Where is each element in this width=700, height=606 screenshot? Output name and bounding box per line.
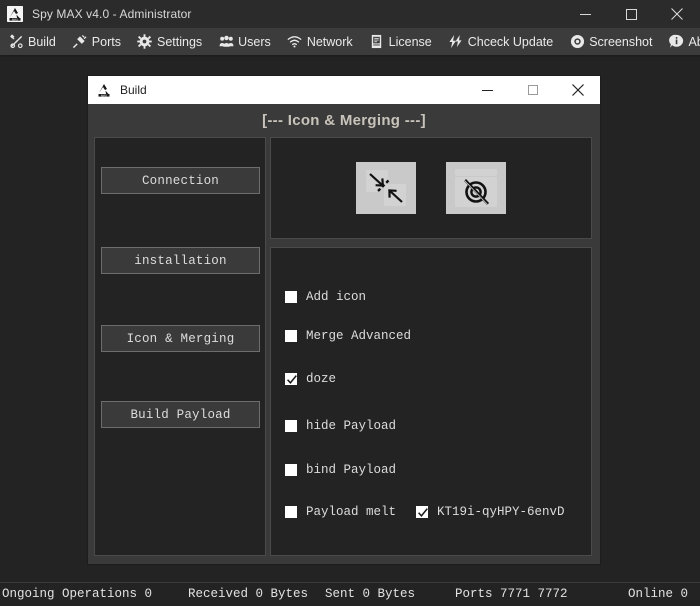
close-icon[interactable] (654, 0, 700, 28)
status-ports: Ports 7771 7772 (455, 587, 568, 601)
merge-files-icon[interactable] (356, 162, 416, 214)
application-window: MAX Spy MAX v4.0 - Administrator Build P… (0, 0, 700, 606)
users-icon (218, 34, 234, 50)
no-image-icon[interactable] (446, 162, 506, 214)
minimize-icon[interactable] (562, 0, 608, 28)
dialog-window-controls (465, 76, 600, 104)
toolbar-item-check-update[interactable]: Chceck Update (448, 28, 553, 55)
dialog-nav-panel: Connection installation Icon & Merging B… (94, 137, 266, 556)
minimize-icon[interactable] (465, 76, 510, 104)
nav-button-build-payload[interactable]: Build Payload (101, 401, 260, 428)
spymax-logo-icon: MAX (7, 6, 23, 22)
checkbox-row-payload-key[interactable]: KT19i-qyHPY-6envD (416, 504, 565, 520)
gear-icon (137, 34, 153, 50)
toolbar-item-label: About (688, 34, 700, 49)
checkbox-row-merge-advanced[interactable]: Merge Advanced (285, 328, 411, 344)
checkbox-label: Payload melt (306, 505, 397, 519)
main-toolbar: Build Ports Settings Users Network Licen… (0, 28, 700, 55)
toolbar-item-build[interactable]: Build (8, 28, 56, 55)
toolbar-item-label: Ports (91, 34, 121, 49)
checkbox-row-hide-payload[interactable]: hide Payload (285, 418, 396, 434)
dialog-titlebar: MAX Build (88, 76, 600, 104)
checkbox-unchecked-icon[interactable] (285, 291, 297, 303)
checkbox-unchecked-icon[interactable] (285, 506, 297, 518)
checkbox-row-payload-melt[interactable]: Payload melt (285, 504, 396, 520)
toolbar-item-label: Build (28, 34, 56, 49)
toolbar-item-label: Network (306, 34, 353, 49)
toolbar-item-label: Screenshot (589, 34, 653, 49)
toolbar-item-license[interactable]: License (369, 28, 432, 55)
checkbox-label: bind Payload (306, 463, 397, 477)
info-icon (668, 34, 684, 50)
maximize-icon[interactable] (608, 0, 654, 28)
main-window-controls (562, 0, 700, 28)
toolbar-item-about[interactable]: About (668, 28, 700, 55)
build-dialog: MAX Build [--- Icon & Merging ---] Conne… (88, 76, 600, 564)
checkbox-row-doze[interactable]: doze (285, 371, 336, 387)
checkbox-unchecked-icon[interactable] (285, 420, 297, 432)
main-window-title: Spy MAX v4.0 - Administrator (32, 7, 192, 21)
toolbar-item-settings[interactable]: Settings (137, 28, 202, 55)
toolbar-item-label: Chceck Update (467, 34, 554, 49)
checkbox-checked-icon[interactable] (416, 506, 428, 518)
checkbox-label: doze (306, 372, 337, 386)
wifi-icon (287, 34, 303, 50)
toolbar-item-label: Settings (156, 34, 203, 49)
checkbox-label: Merge Advanced (306, 329, 412, 343)
options-panel: Add icon Merge Advanced doze hide Payloa… (270, 247, 592, 556)
checkbox-row-add-icon[interactable]: Add icon (285, 289, 366, 305)
checkbox-unchecked-icon[interactable] (285, 464, 297, 476)
checkbox-checked-icon[interactable] (285, 373, 297, 385)
certificate-icon (369, 34, 385, 50)
status-sent: Sent 0 Bytes (325, 587, 416, 601)
nav-button-connection[interactable]: Connection (101, 167, 260, 194)
checkbox-row-bind-payload[interactable]: bind Payload (285, 462, 396, 478)
status-ongoing-operations: Ongoing Operations 0 (2, 587, 153, 601)
maximize-icon[interactable] (510, 76, 555, 104)
checkbox-label: Add icon (306, 290, 367, 304)
toolbar-item-label: License (388, 34, 432, 49)
toolbar-item-label: Users (238, 34, 271, 49)
dialog-body: Connection installation Icon & Merging B… (88, 137, 600, 564)
dialog-section-header: [--- Icon & Merging ---] (262, 112, 426, 129)
lightning-icon (448, 34, 464, 50)
close-icon[interactable] (555, 76, 600, 104)
svg-text:MAX: MAX (101, 93, 107, 97)
wrench-screwdriver-icon (8, 34, 24, 50)
toolbar-item-users[interactable]: Users (218, 28, 271, 55)
checkbox-unchecked-icon[interactable] (285, 330, 297, 342)
camera-icon (569, 34, 585, 50)
statusbar: Ongoing Operations 0 Received 0 Bytes Se… (0, 582, 700, 606)
checkbox-label: KT19i-qyHPY-6envD (437, 505, 565, 519)
plug-icon (72, 34, 88, 50)
dialog-title: Build (120, 83, 147, 97)
nav-button-installation[interactable]: installation (101, 247, 260, 274)
icon-preview-panel (270, 137, 592, 239)
svg-text:MAX: MAX (12, 17, 18, 21)
nav-button-icon-merging[interactable]: Icon & Merging (101, 325, 260, 352)
toolbar-item-network[interactable]: Network (287, 28, 353, 55)
spymax-logo-icon: MAX (96, 82, 112, 98)
toolbar-item-screenshot[interactable]: Screenshot (569, 28, 652, 55)
main-titlebar: MAX Spy MAX v4.0 - Administrator (0, 0, 700, 28)
toolbar-shadow (0, 55, 700, 58)
toolbar-item-ports[interactable]: Ports (72, 28, 121, 55)
checkbox-label: hide Payload (306, 419, 397, 433)
status-received: Received 0 Bytes (188, 587, 309, 601)
status-online: Online 0 (628, 587, 689, 601)
